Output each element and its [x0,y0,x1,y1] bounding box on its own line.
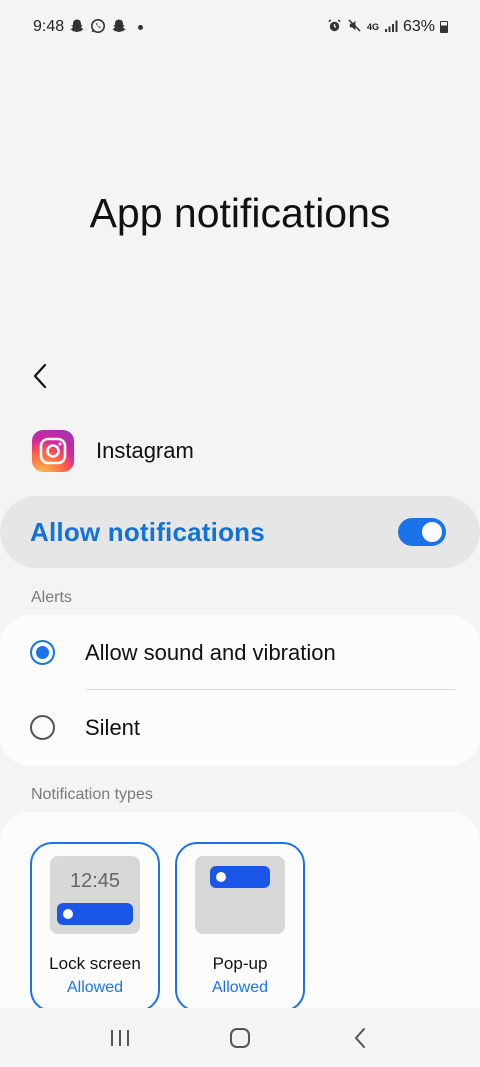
home-icon [230,1027,250,1048]
signal-icon [384,19,398,36]
allow-notifications-row[interactable]: Allow notifications [0,496,480,568]
status-bar: 9:48 4G 63% [0,0,480,54]
back-icon [354,1027,365,1048]
status-bar-left: 9:48 [33,18,144,37]
navigation-bar [0,1008,480,1067]
lock-screen-preview: 12:45 [50,856,140,934]
alerts-option-sound-vibration[interactable]: Allow sound and vibration [30,615,455,690]
chevron-left-icon [33,363,47,389]
notification-pill-icon [210,866,270,888]
app-header: Instagram [32,430,194,472]
app-name: Instagram [96,438,194,463]
notification-type-lock-screen[interactable]: 12:45 Lock screen Allowed [30,842,160,1012]
home-button[interactable] [220,1018,260,1058]
recent-apps-icon [111,1029,129,1046]
allow-notifications-toggle[interactable] [398,518,446,546]
recent-apps-button[interactable] [100,1018,140,1058]
tile-status: Allowed [66,979,124,996]
radio-button[interactable] [30,715,55,740]
battery-icon [440,21,448,33]
4g-icon: 4G [366,21,379,32]
snapchat-icon [111,18,127,37]
option-label: Silent [85,714,141,740]
notification-type-popup[interactable]: Pop-up Allowed [175,842,305,1012]
toggle-knob [420,520,444,544]
nav-back-button[interactable] [340,1018,380,1058]
radio-button-selected[interactable] [30,640,55,665]
snapchat-icon [69,18,85,37]
more-notifications-dot [138,24,144,30]
tile-label: Lock screen [49,954,141,973]
tile-status: Allowed [211,979,269,996]
instagram-icon [32,430,74,472]
tile-label: Pop-up [212,954,268,973]
page-title: App notifications [89,190,391,236]
preview-clock: 12:45 [69,870,121,892]
alarm-icon [327,18,342,36]
notification-pill-icon [57,903,133,925]
status-time: 9:48 [33,18,65,35]
option-label: Allow sound and vibration [85,639,336,665]
back-button[interactable] [28,360,52,392]
popup-preview [195,856,285,934]
allow-notifications-label: Allow notifications [30,516,265,547]
whatsapp-icon [90,18,106,37]
notification-types-section-label: Notification types [31,786,153,803]
alerts-option-silent[interactable]: Silent [30,690,455,765]
status-bar-right: 4G 63% [327,18,448,36]
mute-icon [347,18,362,36]
battery-percent: 63% [402,18,435,35]
alerts-section-label: Alerts [31,589,72,606]
